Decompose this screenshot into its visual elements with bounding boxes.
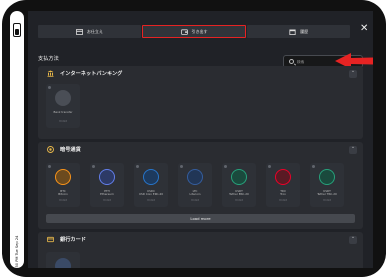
bitcoin-icon [55, 169, 71, 185]
method-name: TRX Tron [266, 189, 300, 197]
method-name: USDT Tether ERC-20 [222, 189, 256, 197]
section-bank-card: 銀行カード ˄ [38, 232, 363, 268]
info-icon [224, 165, 227, 168]
method-name: Bank transfer [53, 110, 73, 114]
wallet-icon [180, 28, 188, 35]
tab-withdraw[interactable]: 引き出す [141, 25, 247, 38]
coin-label: Ethereum [100, 192, 114, 197]
tab-history[interactable]: 履歴 [247, 25, 351, 38]
method-limit: ¥ limit [147, 199, 155, 202]
method-limit: ¥ limit [59, 199, 67, 202]
tab-bar: お仕立え 引き出す 履歴 [38, 25, 351, 38]
tether-icon [231, 169, 247, 185]
coin-label: Bitcoin [58, 192, 68, 197]
method-limit: ¥ limit [103, 199, 111, 202]
info-icon [48, 86, 51, 89]
chevron-up-icon[interactable]: ˄ [349, 236, 357, 244]
page-title: 支払方法 [38, 56, 59, 62]
info-icon [136, 165, 139, 168]
method-name: USDT Tether TRC-20 [310, 189, 344, 197]
section-internet-banking: インターネットバンキング ˄ Bank transfer ¥ limit [38, 66, 363, 139]
payment-screen: お仕立え 引き出す 履歴 ✕ 支払方法 検索 インターネットバンキング ˄ Ba… [28, 11, 373, 268]
coin-label: Tether TRC-20 [317, 192, 337, 197]
method-usdc[interactable]: USDC USD Coin ERC-20 ¥ limit [134, 163, 168, 207]
method-name: USDC USD Coin ERC-20 [134, 189, 168, 197]
info-icon [312, 165, 315, 168]
section-title: インターネットバンキング [60, 71, 123, 77]
tron-icon [275, 169, 291, 185]
load-more-button[interactable]: Load more [46, 214, 355, 223]
chevron-up-icon[interactable]: ˄ [349, 70, 357, 78]
status-bar: 4:50 PM Tue Sep 24 [10, 11, 24, 271]
credit-card-icon [47, 236, 54, 243]
method-ltc[interactable]: LTC Litecoin ¥ limit [178, 163, 212, 207]
top-bar: お仕立え 引き出す 履歴 ✕ [28, 11, 373, 40]
method-bank-card[interactable] [46, 252, 80, 268]
section-header[interactable]: インターネットバンキング ˄ [38, 66, 363, 82]
chevron-up-icon[interactable]: ˄ [349, 146, 357, 154]
tab-label: お仕立え [86, 28, 103, 34]
method-limit: ¥ limit [191, 199, 199, 202]
calendar-icon [289, 28, 296, 35]
method-limit: ¥ limit [235, 199, 243, 202]
method-name: ETH Ethereum [90, 189, 124, 197]
section-crypto: 暗号通貨 ˄ BTC Bitcoin ¥ limit ETH Ethereum ¥ … [38, 142, 363, 229]
bank-card-icon [55, 258, 71, 268]
method-trx[interactable]: TRX Tron ¥ limit [266, 163, 300, 207]
method-limit: ¥ limit [59, 120, 67, 123]
card-icon [75, 28, 83, 35]
bank-icon [47, 70, 54, 77]
method-usdt-trc20[interactable]: USDT Tether TRC-20 ¥ limit [310, 163, 344, 207]
method-bank-transfer[interactable]: Bank transfer ¥ limit [46, 84, 80, 128]
coin-label: Litecoin [189, 192, 201, 197]
search-icon [289, 59, 294, 64]
bank-transfer-icon [55, 90, 71, 106]
info-icon [48, 165, 51, 168]
status-time: 4:50 PM Tue Sep 24 [15, 235, 19, 271]
method-limit: ¥ limit [279, 199, 287, 202]
coin-label: USD Coin ERC-20 [138, 192, 164, 197]
ethereum-icon [99, 169, 115, 185]
method-limit: ¥ limit [323, 199, 331, 202]
method-eth[interactable]: ETH Ethereum ¥ limit [90, 163, 124, 207]
tab-label: 引き出す [191, 28, 208, 34]
coin-label: Tron [280, 192, 286, 197]
crypto-coin-icon [47, 146, 54, 153]
coin-label: Tether ERC-20 [229, 192, 249, 197]
tab-deposit[interactable]: お仕立え [38, 25, 141, 38]
info-icon [268, 165, 271, 168]
method-btc[interactable]: BTC Bitcoin ¥ limit [46, 163, 80, 207]
tablet-frame: 4:50 PM Tue Sep 24 お仕立え 引き出す 履歴 ✕ 支払方法 検… [2, 0, 386, 277]
method-name: LTC Litecoin [178, 189, 212, 197]
litecoin-icon [187, 169, 203, 185]
section-header[interactable]: 銀行カード ˄ [38, 232, 363, 248]
battery-icon [13, 23, 21, 37]
section-title: 銀行カード [60, 237, 86, 243]
section-title: 暗号通貨 [60, 147, 81, 153]
tab-label: 履歴 [300, 28, 309, 34]
usd-coin-icon [143, 169, 159, 185]
method-usdt-erc20[interactable]: USDT Tether ERC-20 ¥ limit [222, 163, 256, 207]
tether-icon [319, 169, 335, 185]
close-icon[interactable]: ✕ [360, 23, 370, 35]
method-name: BTC Bitcoin [46, 189, 80, 197]
info-icon [92, 165, 95, 168]
info-icon [180, 165, 183, 168]
section-header[interactable]: 暗号通貨 ˄ [38, 142, 363, 158]
